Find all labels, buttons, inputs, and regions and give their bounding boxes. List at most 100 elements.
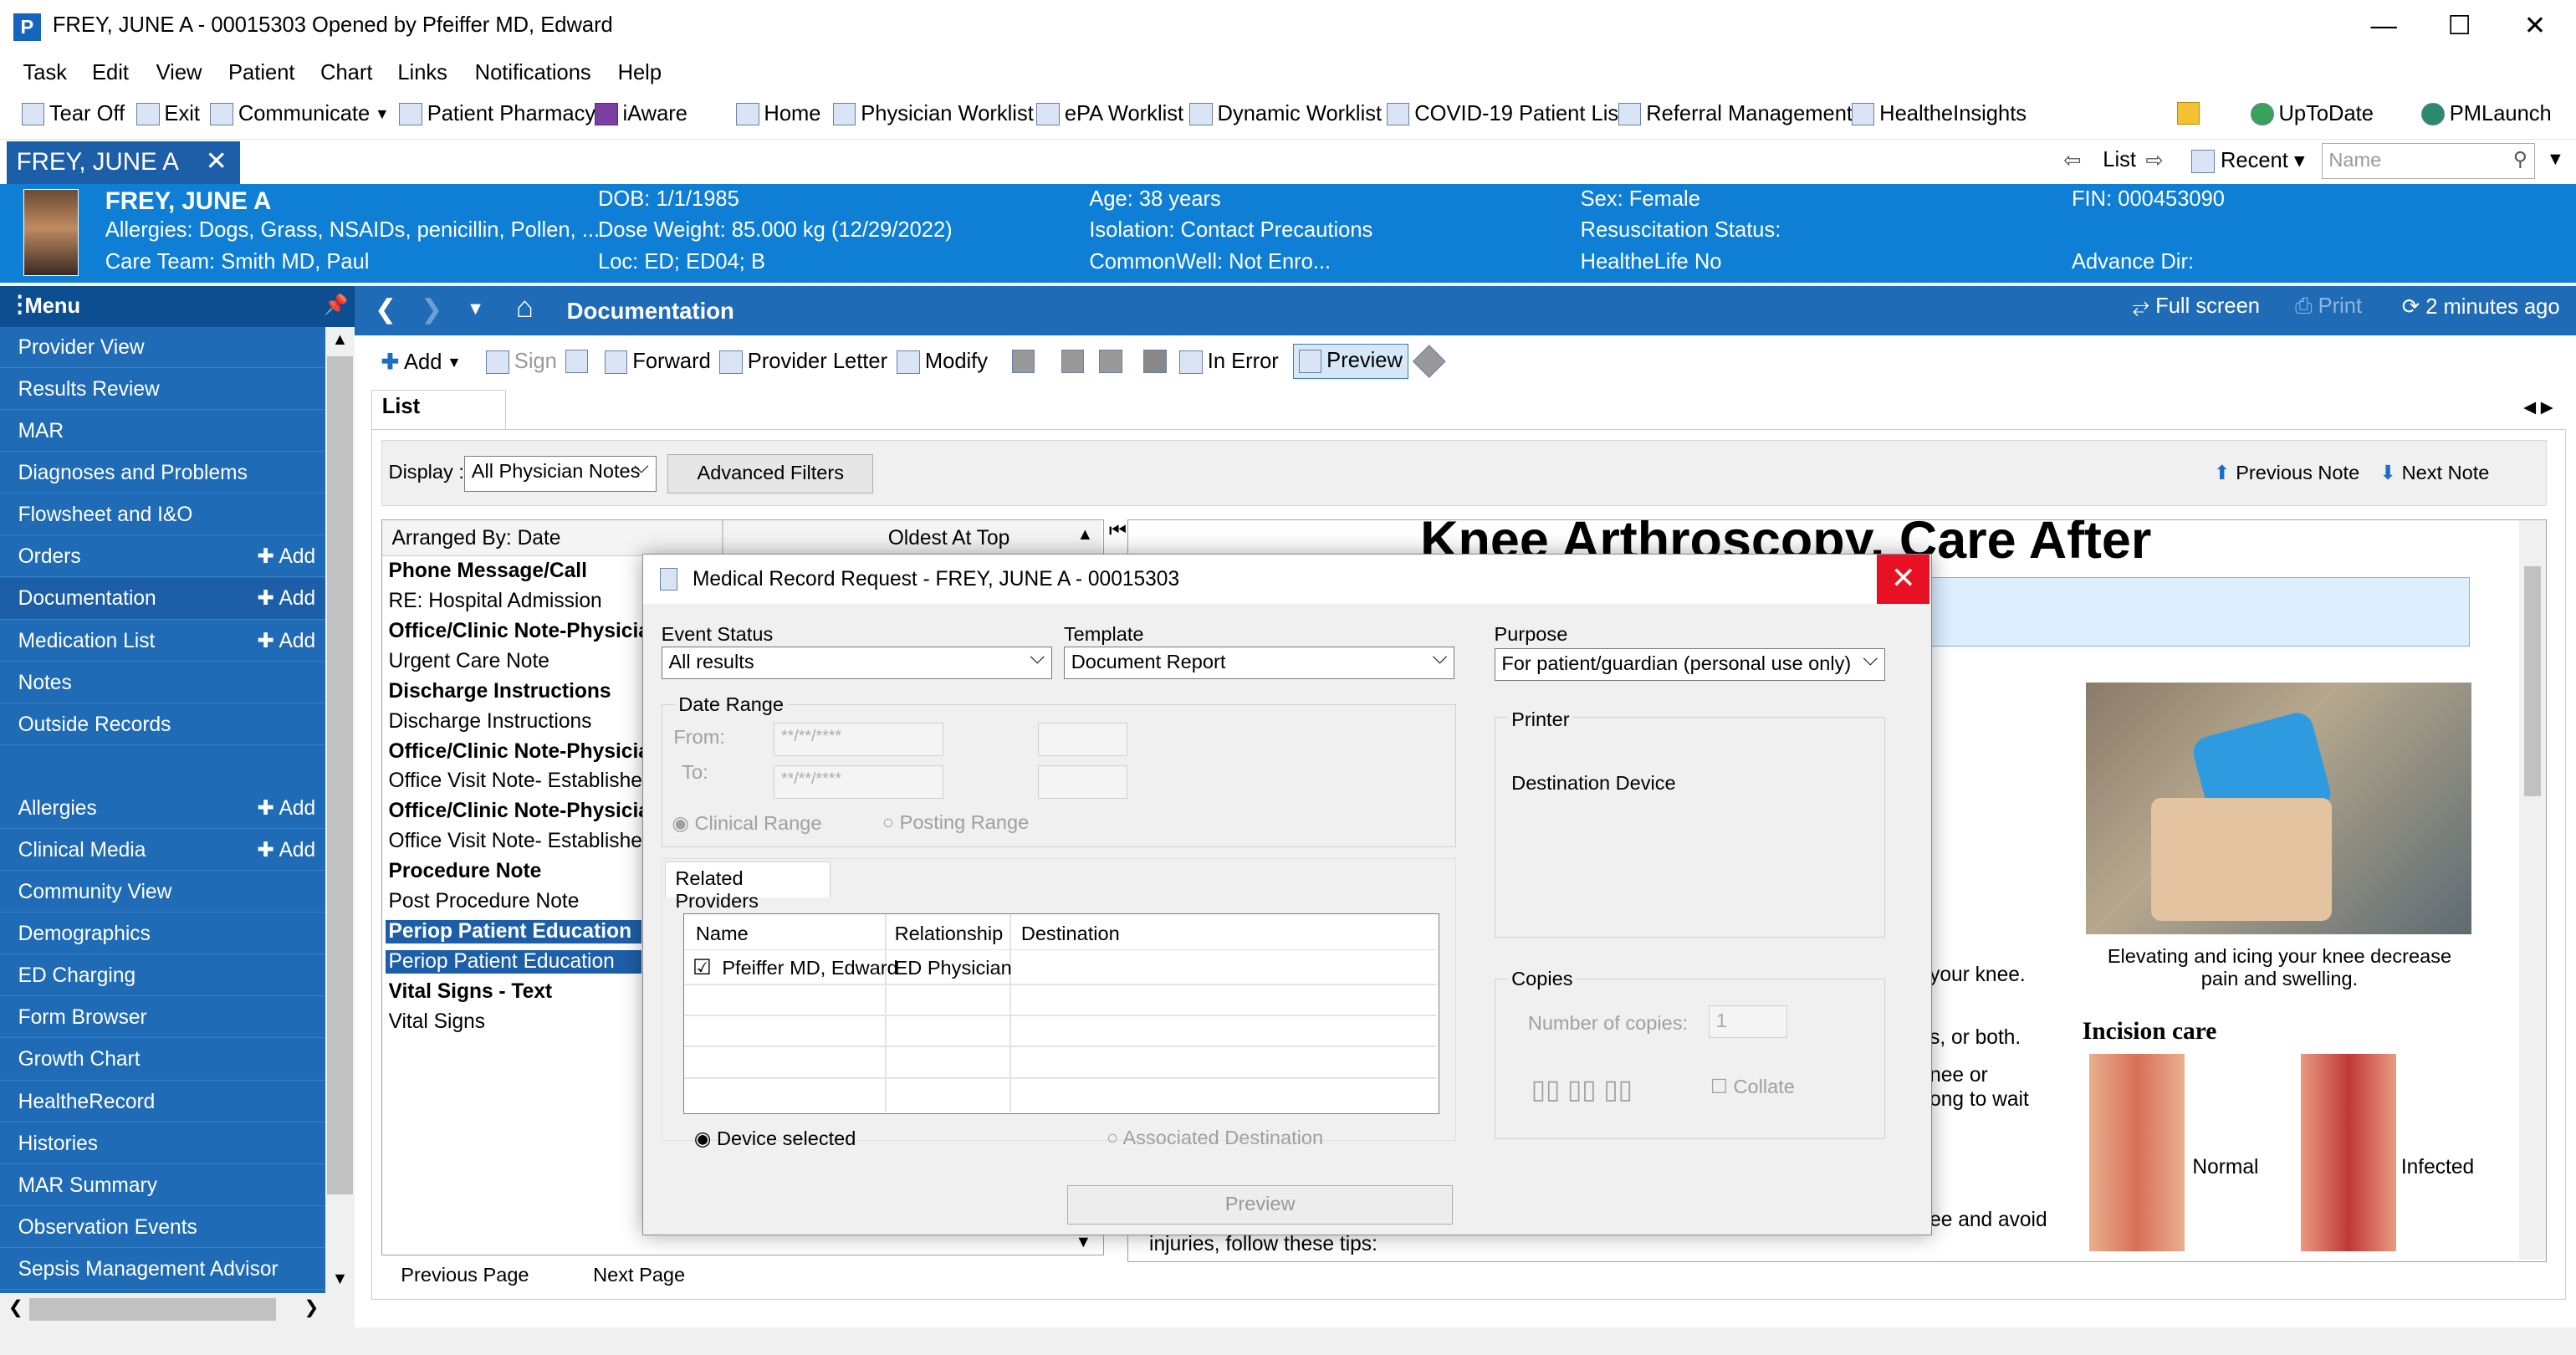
tag-button[interactable] <box>1413 345 1446 378</box>
in-error-button[interactable]: In Error <box>1179 350 1279 374</box>
scroll-right-icon[interactable]: ❯ <box>304 1296 319 1318</box>
heart-button[interactable] <box>1099 350 1122 373</box>
patient-tab[interactable]: FREY, JUNE A ✕ <box>6 141 240 184</box>
search-icon[interactable]: ⚲ <box>2513 147 2527 171</box>
pin-icon[interactable]: 📌 <box>324 293 348 316</box>
covid-list-button[interactable]: COVID-19 Patient List <box>1386 102 1624 126</box>
menu-view[interactable]: View <box>156 61 202 85</box>
sidebar-item[interactable]: Outside Records <box>0 704 325 745</box>
healtheinsights-button[interactable]: HealtheInsights <box>1851 102 2027 126</box>
next-note-button[interactable]: ⬇ Next Note <box>2379 461 2489 484</box>
copies-input[interactable]: 1 <box>1708 1005 1788 1039</box>
uptodate-button[interactable]: UpToDate <box>2251 102 2374 126</box>
notes-scroll-down-icon[interactable]: ▼ <box>1076 1233 1091 1252</box>
collate-checkbox[interactable]: ☐ Collate <box>1710 1075 1795 1098</box>
menu-task[interactable]: Task <box>23 61 67 85</box>
full-screen-button[interactable]: ⥂ Full screen <box>2133 294 2260 320</box>
posting-range-radio[interactable]: ○ Posting Range <box>882 811 1029 834</box>
forward-button[interactable]: Forward <box>604 350 711 374</box>
list-tab[interactable]: List <box>371 389 506 429</box>
sidebar-item[interactable]: Medication List ✚ Add <box>0 621 325 662</box>
forward-arrow-icon[interactable]: ⇨ <box>2145 148 2163 173</box>
list-button[interactable]: List <box>2103 148 2136 172</box>
destination-device[interactable]: Destination Device <box>1511 772 1675 795</box>
sidebar-item[interactable]: HealtheRecord <box>0 1081 325 1122</box>
note-row[interactable]: Office Visit Note- Established <box>389 770 645 793</box>
note-row[interactable]: Office/Clinic Note-Physician <box>389 740 645 764</box>
care-team[interactable]: Care Team: Smith MD, Paul <box>105 250 370 274</box>
preview-toggle[interactable]: Preview <box>1292 343 1408 380</box>
note-row[interactable]: Discharge Instructions <box>389 710 645 734</box>
advanced-filters-button[interactable]: Advanced Filters <box>667 454 874 494</box>
sidebar-item[interactable]: Flowsheet and I&O <box>0 494 325 536</box>
allergies[interactable]: Allergies: Dogs, Grass, NSAIDs, penicill… <box>105 218 598 243</box>
sidebar-item[interactable]: Notes <box>0 662 325 703</box>
maximize-button[interactable]: ☐ <box>2421 0 2497 53</box>
sidebar-add-button[interactable]: ✚ Add <box>257 788 315 829</box>
view-button[interactable] <box>1143 350 1167 373</box>
display-select[interactable]: All Physician Notes <box>463 456 657 493</box>
to-time-input[interactable] <box>1038 765 1127 799</box>
oldest-at-top[interactable]: Oldest At Top <box>888 527 1010 550</box>
exit-button[interactable]: Exit <box>136 102 200 126</box>
previous-note-button[interactable]: ⬆ Previous Note <box>2214 461 2359 484</box>
menu-help[interactable]: Help <box>618 61 662 85</box>
hscroll-thumb[interactable] <box>29 1297 276 1322</box>
pmlaunch-button[interactable]: PMLaunch <box>2421 102 2552 126</box>
communicate-button[interactable]: Communicate ▼ <box>210 102 390 126</box>
device-selected-radio[interactable]: ◉ Device selected <box>694 1127 856 1150</box>
sidebar-item[interactable]: Documentation ✚ Add <box>0 578 325 620</box>
from-date-input[interactable]: **/**/**** <box>774 723 943 756</box>
provider-row[interactable]: ☑ Pfeiffer MD, Edward ED Physician <box>684 952 1437 983</box>
sidebar-item[interactable]: Histories <box>0 1123 325 1164</box>
key-button[interactable] <box>2176 101 2200 125</box>
sidebar-item[interactable]: Allergies ✚ Add <box>0 788 325 829</box>
dialog-close-button[interactable]: ✕ <box>1877 554 1930 604</box>
note-row[interactable]: Procedure Note <box>389 860 645 883</box>
note-row[interactable]: Periop Patient Education <box>385 950 642 974</box>
col-destination[interactable]: Destination <box>1021 923 1120 945</box>
sidebar-add-button[interactable]: ✚ Add <box>257 830 315 871</box>
to-date-input[interactable]: **/**/**** <box>774 765 943 799</box>
arranged-by[interactable]: Arranged By: Date <box>391 527 560 550</box>
sidebar-item[interactable]: Clinical Media ✚ Add <box>0 830 325 872</box>
recent-dropdown[interactable]: Recent ▾ <box>2191 148 2305 173</box>
note-row[interactable]: Post Procedure Note <box>389 890 645 913</box>
thumbs-up-button[interactable] <box>1061 350 1085 373</box>
note-row[interactable]: Periop Patient Education <box>385 920 642 944</box>
close-tab-icon[interactable]: ✕ <box>206 146 227 176</box>
menu-patient[interactable]: Patient <box>228 61 294 85</box>
scroll-up-icon[interactable]: ▲ <box>332 330 348 350</box>
physician-worklist-button[interactable]: Physician Worklist <box>832 102 1034 126</box>
note-row[interactable]: Discharge Instructions <box>389 680 645 703</box>
sidebar-item[interactable]: Growth Chart <box>0 1039 325 1081</box>
referral-management-button[interactable]: Referral Management <box>1618 102 1853 126</box>
sidebar-item[interactable]: Diagnoses and Problems <box>0 453 325 494</box>
dynamic-worklist-button[interactable]: Dynamic Worklist <box>1189 102 1382 126</box>
associated-destination-radio[interactable]: ○ Associated Destination <box>1107 1127 1323 1149</box>
home-icon[interactable]: ⌂ <box>516 291 534 325</box>
sidebar-item[interactable]: MAR <box>0 411 325 453</box>
template-select[interactable]: Document Report <box>1063 646 1455 680</box>
previous-page-link[interactable]: Previous Page <box>401 1264 529 1286</box>
event-status-select[interactable]: All results <box>661 646 1053 680</box>
purpose-select[interactable]: For patient/guardian (personal use only) <box>1494 647 1886 682</box>
refresh-button[interactable]: ⟳ 2 minutes ago <box>2402 294 2560 320</box>
sidebar-item[interactable]: Demographics <box>0 913 325 955</box>
note-row[interactable]: Phone Message/Call <box>389 560 645 583</box>
related-providers-tab[interactable]: Related Providers <box>664 862 831 912</box>
epa-worklist-button[interactable]: ePA Worklist <box>1036 102 1183 126</box>
sidebar-item[interactable]: Orders ✚ Add <box>0 536 325 578</box>
iaware-button[interactable]: iAware <box>595 102 687 126</box>
scroll-left-icon[interactable]: ❮ <box>8 1296 23 1318</box>
scroll-down-icon[interactable]: ▼ <box>332 1270 348 1289</box>
from-time-input[interactable] <box>1038 723 1127 756</box>
sidebar-item[interactable]: Observation Events <box>0 1207 325 1248</box>
sidebar-add-button[interactable]: ✚ Add <box>257 536 315 577</box>
sidebar-item[interactable]: Form Browser <box>0 997 325 1039</box>
sign-button[interactable]: Sign <box>486 350 557 374</box>
attach-button[interactable] <box>565 350 589 373</box>
commonwell[interactable]: CommonWell: Not Enro... <box>1089 250 1331 274</box>
col-name[interactable]: Name <box>696 923 749 945</box>
clinical-range-radio[interactable]: ◉ Clinical Range <box>672 811 821 835</box>
